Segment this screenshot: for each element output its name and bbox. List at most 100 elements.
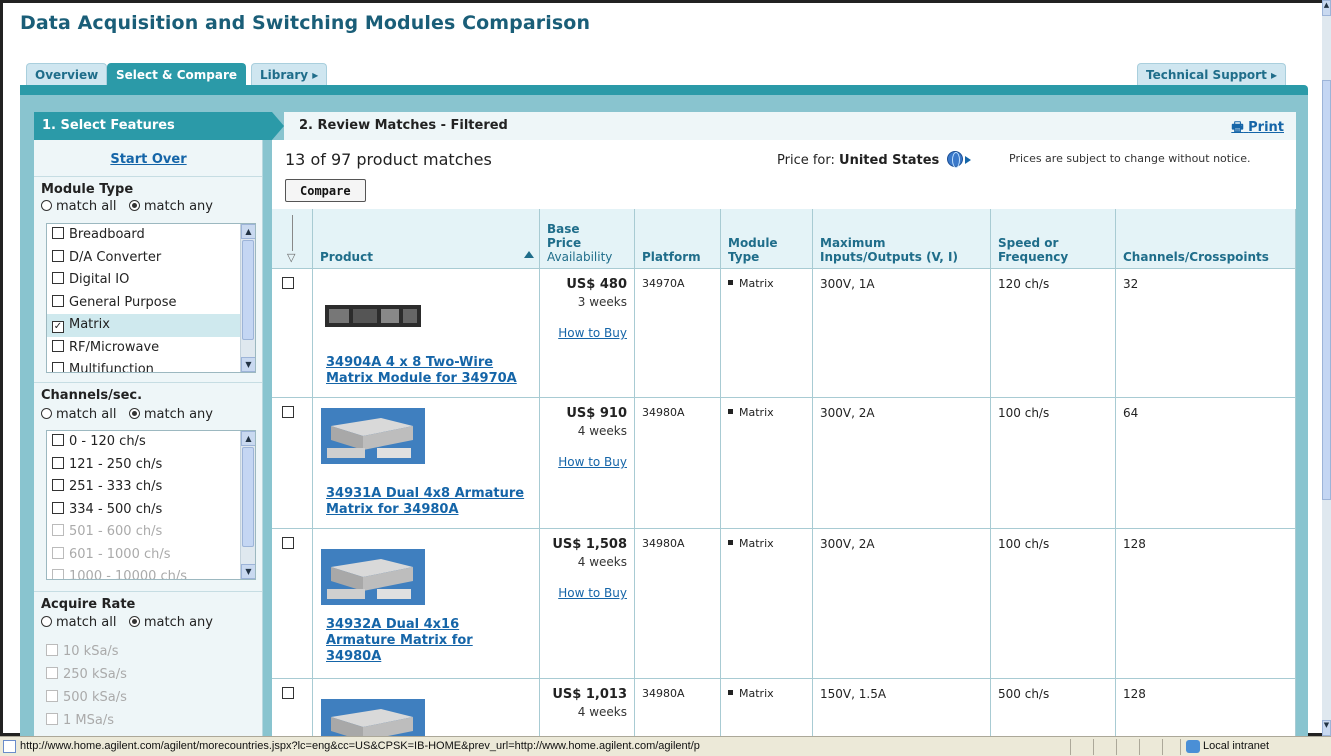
scroll-up-icon[interactable]: ▲ — [241, 224, 255, 239]
channels-cell: 128 — [1116, 529, 1296, 678]
list-item-label: 501 - 600 ch/s — [69, 524, 163, 539]
column-header-price[interactable]: Base Price Availability — [540, 209, 635, 269]
match-all-radio[interactable] — [41, 200, 52, 211]
match-any-radio[interactable] — [128, 408, 140, 419]
tab-technical-support[interactable]: Technical Support ▸ — [1137, 63, 1287, 86]
column-header-max-io[interactable]: Maximum Inputs/Outputs (V, I) — [813, 209, 991, 269]
product-image[interactable] — [321, 549, 425, 605]
list-item[interactable]: ✓ Matrix — [47, 314, 255, 337]
checkbox[interactable] — [52, 272, 64, 284]
list-item-label: 601 - 1000 ch/s — [69, 546, 171, 562]
checkbox[interactable] — [52, 249, 64, 262]
column-header-product[interactable]: Product — [313, 209, 540, 269]
product-image[interactable] — [321, 699, 425, 736]
scroll-up-icon[interactable]: ▲ — [241, 431, 255, 446]
status-divider — [1139, 739, 1140, 755]
how-to-buy-link[interactable]: How to Buy — [547, 455, 627, 469]
list-item[interactable]: 121 - 250 ch/s — [47, 454, 255, 477]
product-image[interactable] — [321, 408, 425, 464]
price-cell: US$ 1,508 4 weeks How to Buy — [540, 529, 635, 678]
price-for: Price for: United States — [777, 151, 972, 168]
price-country: United States — [839, 153, 940, 168]
checkbox[interactable] — [52, 501, 64, 514]
list-item[interactable]: Digital IO — [47, 269, 255, 292]
start-over-link[interactable]: Start Over — [34, 152, 262, 167]
page-title: Data Acquisition and Switching Modules C… — [20, 12, 591, 34]
row-checkbox[interactable] — [282, 687, 294, 699]
product-image[interactable] — [321, 289, 425, 345]
list-item[interactable]: 0 - 120 ch/s — [47, 431, 255, 454]
column-label: Maximum Inputs/Outputs (V, I) — [820, 236, 958, 264]
column-label-line: Frequency — [998, 250, 1069, 264]
list-item[interactable]: RF/Microwave — [47, 337, 255, 360]
list-item[interactable]: General Purpose — [47, 292, 255, 315]
zone-label: Local intranet — [1203, 740, 1270, 752]
tab-library[interactable]: Library ▸ — [251, 63, 328, 86]
availability: 4 weeks — [577, 705, 627, 719]
sort-asc-icon[interactable] — [521, 247, 534, 262]
column-label-line: Maximum — [820, 236, 886, 250]
match-all-radio[interactable] — [41, 616, 52, 627]
product-link[interactable]: 34904A 4 x 8 Two-Wire Matrix Module for … — [326, 355, 517, 387]
match-any-radio[interactable] — [128, 616, 140, 627]
scroll-thumb[interactable] — [242, 447, 254, 547]
tab-bar — [20, 85, 1308, 95]
checkbox-checked[interactable]: ✓ — [52, 321, 64, 333]
checkbox[interactable] — [52, 362, 64, 372]
tab-select-compare[interactable]: Select & Compare — [107, 63, 247, 86]
column-header-channels[interactable]: Channels/Crosspoints — [1116, 209, 1296, 269]
match-any-radio[interactable] — [128, 200, 140, 211]
checkbox[interactable] — [52, 479, 64, 491]
column-label: Platform — [642, 250, 701, 264]
checkbox[interactable] — [52, 227, 64, 239]
scroll-up-icon[interactable]: ▲ — [1322, 0, 1331, 16]
column-header-module-type[interactable]: Module Type — [721, 209, 813, 269]
checkbox[interactable] — [52, 456, 64, 469]
list-item[interactable]: Multifunction — [47, 359, 255, 372]
checkbox[interactable] — [52, 434, 64, 446]
arrow-right-icon[interactable] — [965, 156, 972, 164]
list-item: 601 - 1000 ch/s — [47, 544, 255, 567]
platform-cell: 34970A — [635, 269, 721, 397]
match-all-radio[interactable] — [41, 408, 52, 419]
checkbox[interactable] — [52, 294, 64, 307]
column-label: Channels/Crosspoints — [1123, 250, 1269, 264]
column-header-platform[interactable]: Platform — [635, 209, 721, 269]
list-item[interactable]: Breadboard — [47, 224, 255, 247]
compare-button[interactable]: Compare — [285, 179, 366, 202]
product-link[interactable]: 34931A Dual 4x8 Armature Matrix for 3498… — [326, 486, 524, 518]
scroll-down-icon[interactable]: ▼ — [241, 564, 255, 579]
row-checkbox[interactable] — [282, 277, 294, 289]
column-label-line: Speed or — [998, 236, 1059, 250]
list-item[interactable]: D/A Converter — [47, 247, 255, 270]
list-item-label: 500 kSa/s — [63, 690, 127, 705]
list-item[interactable]: 334 - 500 ch/s — [47, 499, 255, 522]
tab-overview[interactable]: Overview — [26, 63, 108, 86]
print-link[interactable]: 🖶 Print — [1231, 118, 1284, 140]
scroll-down-icon[interactable]: ▼ — [241, 357, 255, 372]
list-scrollbar[interactable]: ▲ ▼ — [240, 431, 255, 579]
how-to-buy-link[interactable]: How to Buy — [547, 586, 627, 600]
list-scrollbar[interactable]: ▲ ▼ — [240, 224, 255, 372]
match-all-label: match all — [56, 407, 117, 422]
row-checkbox[interactable] — [282, 537, 294, 549]
scroll-down-icon[interactable]: ▼ — [1322, 720, 1331, 736]
column-header-speed[interactable]: Speed or Frequency — [991, 209, 1116, 269]
how-to-buy-link[interactable]: How to Buy — [547, 326, 627, 340]
match-all-label: match all — [56, 615, 117, 630]
scroll-thumb[interactable] — [1322, 80, 1331, 500]
column-label-line: Inputs/Outputs (V, I) — [820, 250, 958, 264]
page-scrollbar[interactable]: ▲ ▼ — [1322, 0, 1331, 736]
price-for-label: Price for: — [777, 153, 835, 168]
product-link[interactable]: 34932A Dual 4x16 Armature Matrix for 349… — [326, 617, 473, 665]
feature-filter-panel: Start Over Module Type match all match a… — [34, 140, 263, 736]
module-type-list[interactable]: Breadboard D/A Converter Digital IO Gene… — [46, 223, 256, 373]
list-item[interactable]: 251 - 333 ch/s — [47, 476, 255, 499]
scroll-thumb[interactable] — [242, 240, 254, 340]
row-checkbox[interactable] — [282, 406, 294, 418]
checkbox[interactable] — [52, 339, 64, 352]
channels-list[interactable]: 0 - 120 ch/s 121 - 250 ch/s 251 - 333 ch… — [46, 430, 256, 580]
globe-icon[interactable] — [947, 151, 964, 168]
list-item: 1 MSa/s — [46, 713, 114, 728]
price-cell: US$ 1,013 4 weeks — [540, 679, 635, 736]
